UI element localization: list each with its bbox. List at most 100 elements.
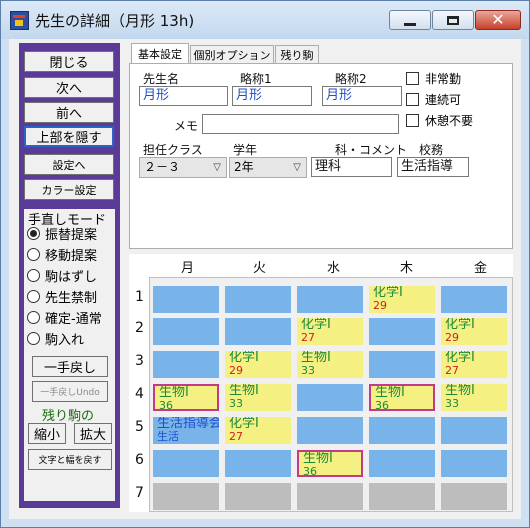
timetable-cell[interactable] [225,483,291,510]
title-bar: 先生の詳細（月形 13h) ✕ [1,1,529,39]
checkbox-label: 非常勤 [425,71,462,86]
color-settings-button[interactable]: カラー設定 [24,179,114,200]
radio-icon [27,268,40,282]
name-field[interactable]: 月形 [139,86,228,106]
cell-subject: 生物Ⅰ [445,384,475,398]
checkbox-icon [406,92,419,106]
day-header: 金 [474,261,488,276]
timetable-cell[interactable] [297,384,363,411]
class-select[interactable]: ２－３ ▽ [139,157,227,178]
part-time-checkbox[interactable]: 非常勤 [406,70,461,86]
prev-button[interactable]: 前へ [24,102,114,123]
timetable-cell[interactable] [225,450,291,477]
close-icon: ✕ [491,10,505,29]
hide-top-button[interactable]: 上部を隠す [24,126,114,147]
minimize-icon [404,22,416,26]
period-label: 1 [135,289,144,305]
timetable-cell[interactable]: 生物Ⅰ 33 [225,384,291,411]
abbr2-field[interactable]: 月形 [322,86,402,106]
maximize-button[interactable] [432,10,474,30]
timetable-cell[interactable] [153,483,219,510]
mode-move-radio[interactable]: 移動提案 [27,245,98,264]
mode-swap-radio[interactable]: 振替提案 [27,224,98,243]
mode-remove-radio[interactable]: 駒はずし [27,266,97,285]
timetable-cell[interactable] [297,286,363,313]
radio-icon [27,226,40,240]
mode-forbid-radio[interactable]: 先生禁制 [27,287,97,306]
no-break-checkbox[interactable]: 休憩不要 [406,112,473,128]
timetable-cell[interactable] [369,351,435,378]
restore-size-button[interactable]: 文字と幅を戻す [28,449,112,470]
day-header: 火 [253,261,267,276]
close-dialog-button[interactable]: 閉じる [24,51,114,72]
cell-subject: 生活指導会 [157,417,219,431]
timetable-cell[interactable] [153,318,219,345]
mode-group: 手直しモード 振替提案 移動提案 駒はずし 先生禁制 確定-通常 駒入れ 一手戻… [24,209,115,501]
tab-options[interactable]: 個別オプション [190,45,274,63]
timetable-cell[interactable] [225,286,291,313]
period-label: 7 [135,485,144,501]
timetable-cell[interactable]: 化学Ⅰ 27 [225,417,291,444]
minimize-button[interactable] [389,10,431,30]
timetable-cell[interactable]: 生物Ⅰ 33 [297,351,363,378]
undo-button[interactable]: 一手戻し [32,356,108,377]
timetable-cell[interactable] [369,450,435,477]
tab-basic[interactable]: 基本設定 [131,43,189,64]
next-button[interactable]: 次へ [24,77,114,98]
timetable-cell[interactable]: 生物Ⅰ 36 [297,450,363,477]
cell-subject: 生物Ⅰ [159,385,189,400]
cell-class: 29 [229,364,243,377]
timetable-cell[interactable] [369,417,435,444]
timetable-cell[interactable] [297,417,363,444]
timetable-cell[interactable]: 化学Ⅰ 27 [441,351,507,378]
maximize-icon [447,15,459,25]
cell-subject: 化学Ⅰ [229,417,259,431]
mode-insert-radio[interactable]: 駒入れ [27,329,85,348]
timetable-cell[interactable]: 生活指導会 生活 [153,417,219,444]
timetable-cell[interactable]: 化学Ⅰ 29 [225,351,291,378]
timetable-cell[interactable]: 化学Ⅰ 27 [297,318,363,345]
timetable-cell[interactable] [153,351,219,378]
close-button[interactable]: ✕ [475,10,521,30]
undo-undo-button[interactable]: 一手戻しUndo [32,381,108,402]
timetable-cell[interactable]: 生物Ⅰ 33 [441,384,507,411]
cell-class: 27 [229,430,243,443]
tab-remaining[interactable]: 残り駒 [275,45,319,63]
cell-subject: 化学Ⅰ [373,286,403,300]
memo-field[interactable] [202,114,399,134]
subject-field[interactable]: 理科 [311,157,392,177]
shrink-button[interactable]: 縮小 [28,423,66,444]
timetable-cell[interactable] [153,286,219,313]
checkbox-label: 休憩不要 [425,113,474,128]
timetable-cell[interactable] [225,318,291,345]
timetable-cell[interactable] [441,450,507,477]
timetable-panel: 月 火 水 木 金 1 2 3 4 5 6 7 化学Ⅰ 29 化学Ⅰ 27 化学Ⅰ 29 化… [129,254,513,512]
consecutive-checkbox[interactable]: 連続可 [406,91,461,107]
duty-label: 校務 [419,143,444,157]
checkbox-label: 連続可 [425,92,462,107]
timetable-cell[interactable] [297,483,363,510]
mode-label: 駒入れ [45,332,85,348]
mode-label: 振替提案 [45,227,98,243]
timetable-cell[interactable] [441,483,507,510]
settings-button[interactable]: 設定へ [24,154,114,175]
timetable-cell[interactable]: 生物Ⅰ 36 [153,384,219,411]
timetable-cell[interactable]: 化学Ⅰ 29 [441,318,507,345]
timetable-cell[interactable] [441,417,507,444]
timetable-cell[interactable] [369,483,435,510]
duty-field[interactable]: 生活指導 [397,157,469,177]
chevron-down-icon: ▽ [213,162,221,173]
timetable-cell[interactable] [153,450,219,477]
timetable-cell[interactable] [441,286,507,313]
mode-label: 移動提案 [45,248,98,264]
mode-confirm-radio[interactable]: 確定-通常 [27,308,102,327]
timetable-cell[interactable]: 生物Ⅰ 36 [369,384,435,411]
expand-button[interactable]: 拡大 [74,423,112,444]
client-area: 閉じる 次へ 前へ 上部を隠す 設定へ カラー設定 手直しモード 振替提案 移動… [9,39,521,519]
checkbox-icon [406,71,419,85]
grade-select[interactable]: 2年 ▽ [229,157,307,178]
timetable-cell[interactable] [369,318,435,345]
timetable-cell[interactable]: 化学Ⅰ 29 [369,286,435,313]
cell-class: 33 [445,397,459,410]
abbr1-field[interactable]: 月形 [232,86,312,106]
